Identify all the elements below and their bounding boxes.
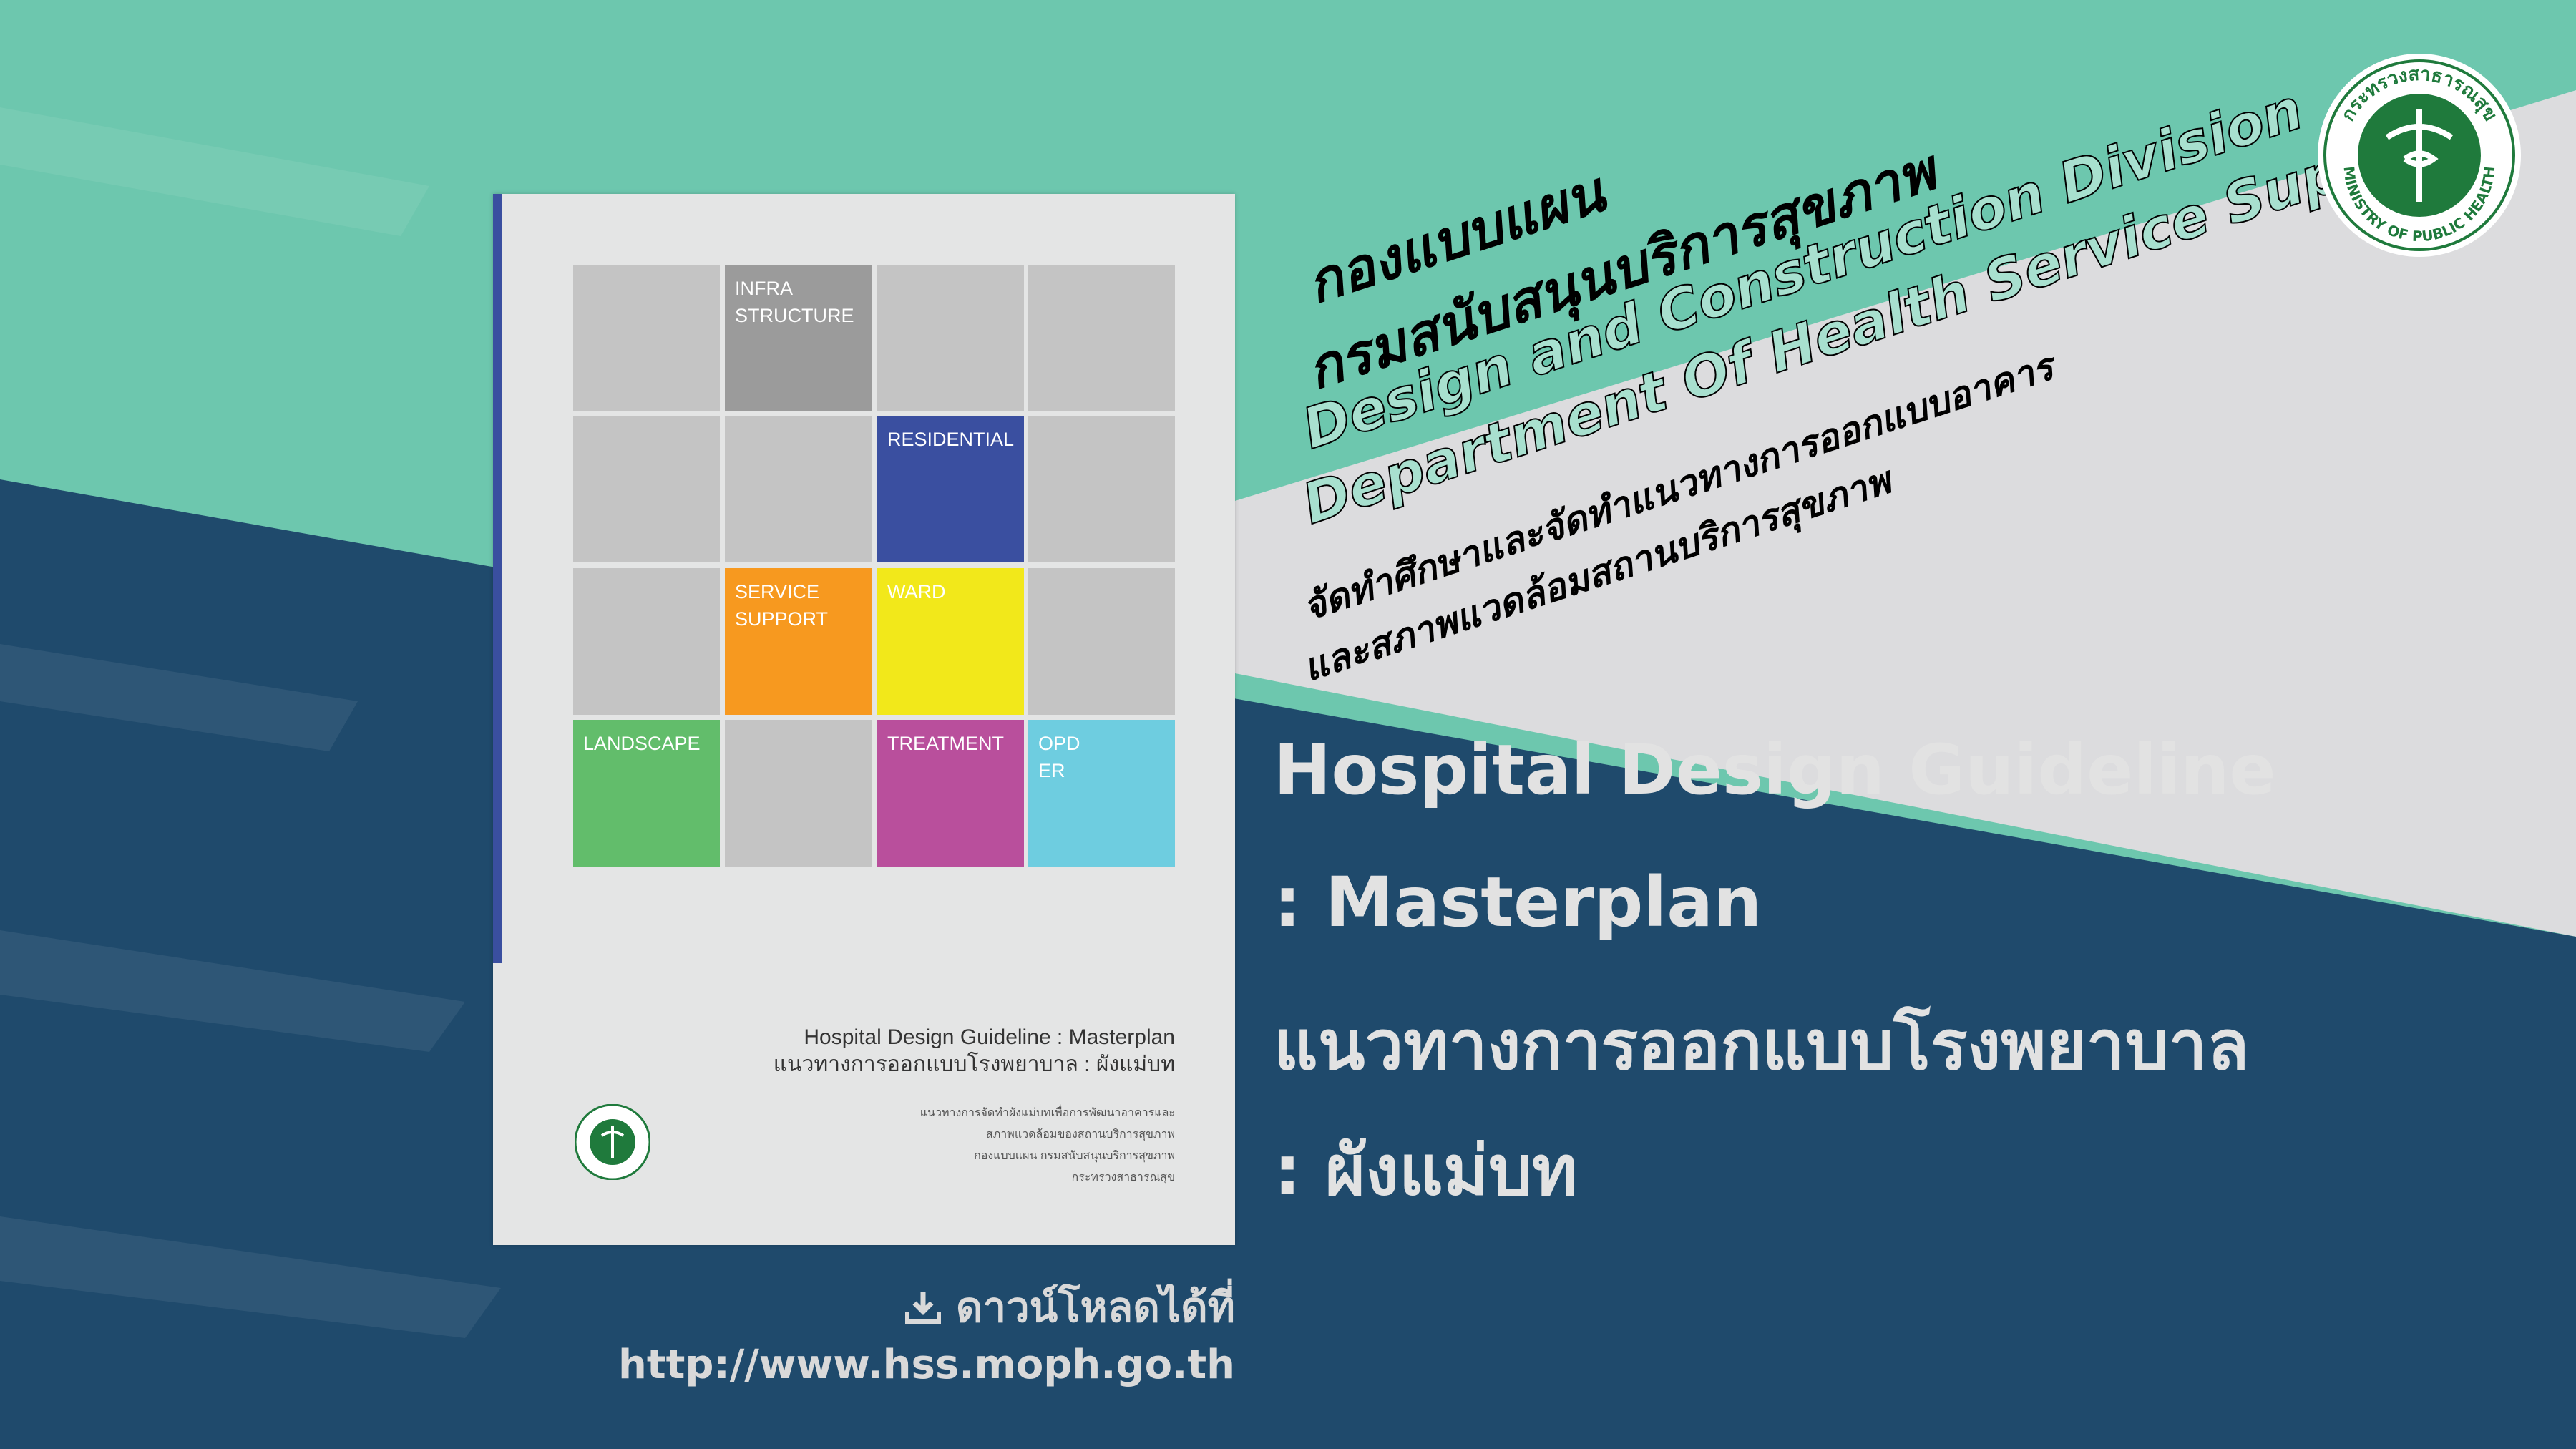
book-title-th: แนวทางการออกแบบโรงพยาบาล : ผังแม่บท	[773, 1053, 1175, 1076]
cover-cell	[573, 568, 720, 715]
cover-cell	[877, 265, 1024, 411]
book-spine	[493, 194, 502, 963]
book-sub-line: กองแบบแผน กรมสนับสนุนบริการสุขภาพ	[974, 1150, 1175, 1162]
cover-cell-landscape: LANDSCAPE	[573, 720, 720, 867]
cover-cell	[1028, 416, 1175, 562]
download-url[interactable]: http://www.hss.moph.go.th	[618, 1342, 1235, 1388]
headline-line3: แนวทางการออกแบบโรงพยาบาล	[1274, 1005, 2250, 1085]
cover-cell-ward: WARD	[877, 568, 1024, 715]
book-sub-line: สภาพแวดล้อมของสถานบริการสุขภาพ	[985, 1128, 1175, 1141]
book-title: Hospital Design Guideline : Masterplan แ…	[774, 1024, 1175, 1078]
headline-line2: : Masterplan	[1274, 862, 1762, 942]
download-label: ดาวน์โหลดได้ที่	[955, 1283, 1235, 1332]
download-link[interactable]: ดาวน์โหลดได้ที่	[904, 1274, 1235, 1340]
cover-cell	[1028, 568, 1175, 715]
headline-line1: Hospital Design Guideline	[1274, 730, 2276, 810]
cover-cell-opd-er: OPD ER	[1028, 720, 1175, 867]
ministry-logo: กระทรวงสาธารณสุข MINISTRY OF PUBLIC HEAL…	[2318, 54, 2521, 257]
book-cover[interactable]: INFRA STRUCTURE RESIDENTIAL SERVICE SUPPOR…	[493, 194, 1235, 1245]
cover-cell	[725, 720, 872, 867]
headline-line4: : ผังแม่บท	[1274, 1131, 1578, 1211]
cover-cell	[1028, 265, 1175, 411]
book-sub-line: กระทรวงสาธารณสุข	[1071, 1171, 1175, 1184]
cover-cell	[573, 416, 720, 562]
cover-cell-service-support: SERVICE SUPPORT	[725, 568, 872, 715]
cover-cell	[573, 265, 720, 411]
book-subtitle: แนวทางการจัดทำผังแม่บทเพื่อการพัฒนาอาคาร…	[920, 1103, 1175, 1189]
book-title-en: Hospital Design Guideline : Masterplan	[804, 1025, 1175, 1049]
book-sub-line: แนวทางการจัดทำผังแม่บทเพื่อการพัฒนาอาคาร…	[919, 1107, 1175, 1119]
cover-cell-treatment: TREATMENT	[877, 720, 1024, 867]
cover-cell-infra-structure: INFRA STRUCTURE	[725, 265, 872, 411]
book-ministry-logo	[575, 1104, 650, 1180]
download-icon	[904, 1292, 941, 1324]
cover-cell-residential: RESIDENTIAL	[877, 416, 1024, 562]
cover-cell	[725, 416, 872, 562]
